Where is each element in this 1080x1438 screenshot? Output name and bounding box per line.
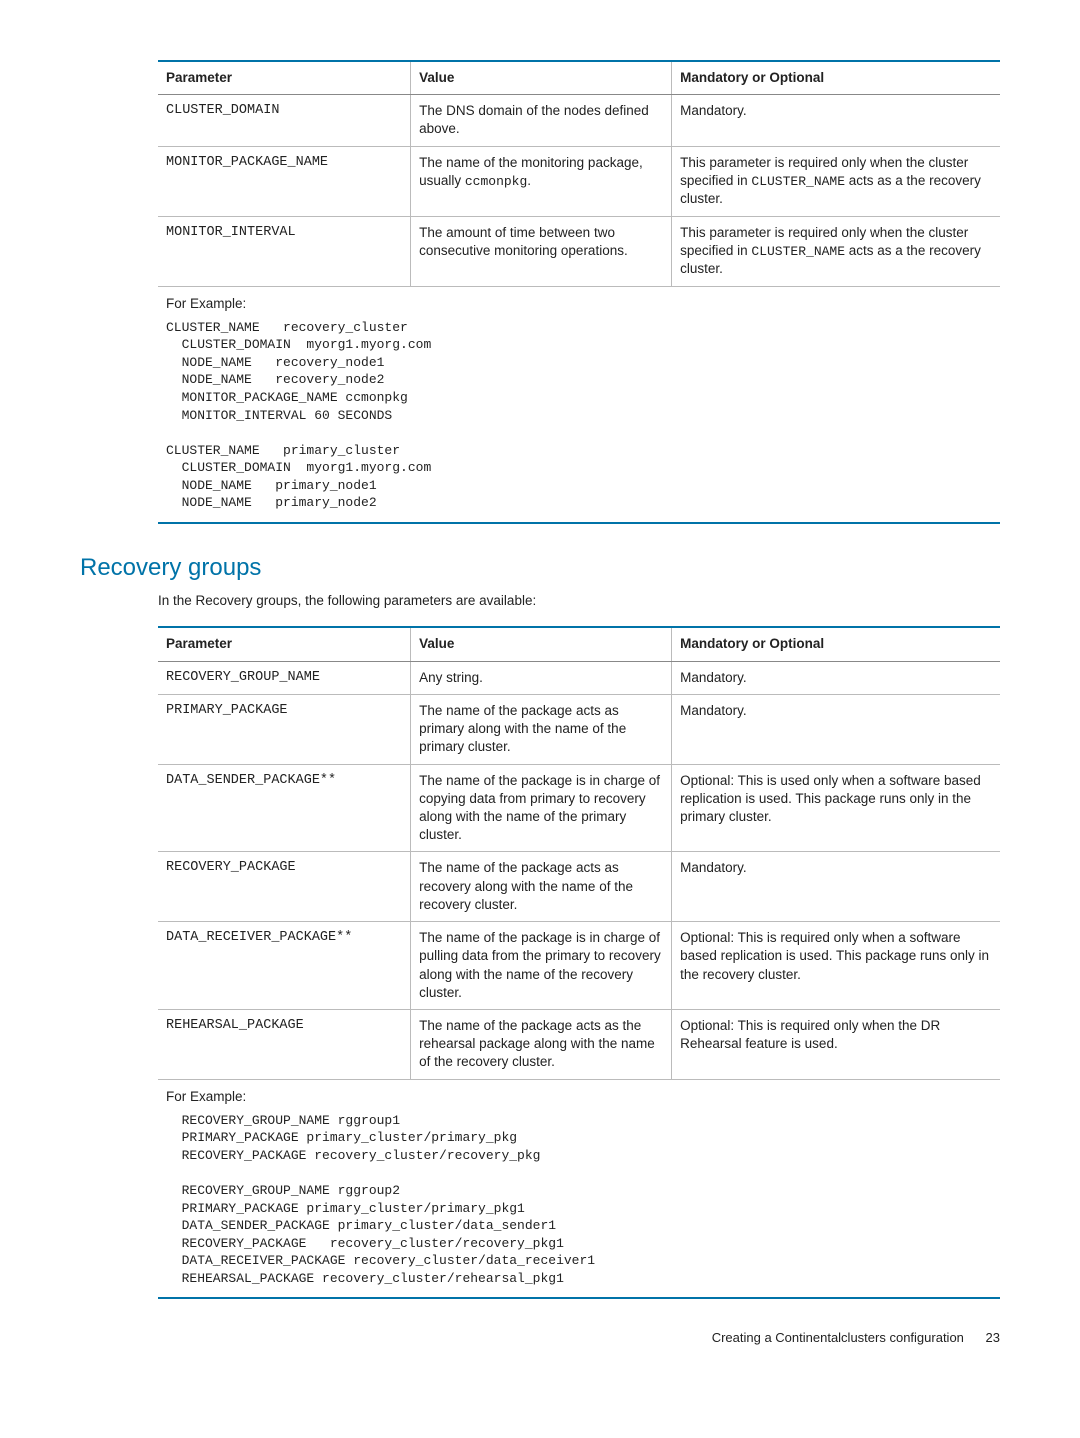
table-row: CLUSTER_DOMAIN The DNS domain of the nod…: [158, 95, 1000, 146]
param-value: The name of the package is in charge of …: [411, 922, 672, 1010]
param-mandatory: This parameter is required only when the…: [672, 216, 1000, 286]
table-row: RECOVERY_GROUP_NAME Any string. Mandator…: [158, 661, 1000, 694]
param-mandatory: Optional: This is used only when a softw…: [672, 764, 1000, 852]
param-value: The amount of time between two consecuti…: [411, 216, 672, 286]
section-intro: In the Recovery groups, the following pa…: [158, 592, 1000, 610]
table-row: MONITOR_PACKAGE_NAME The name of the mon…: [158, 146, 1000, 216]
col-value: Value: [411, 61, 672, 95]
param-name: DATA_SENDER_PACKAGE**: [158, 764, 411, 852]
param-name: PRIMARY_PACKAGE: [158, 694, 411, 764]
example-code: CLUSTER_NAME recovery_cluster CLUSTER_DO…: [158, 317, 1000, 522]
col-parameter: Parameter: [158, 627, 411, 661]
col-mandatory: Mandatory or Optional: [672, 61, 1000, 95]
param-mandatory: Mandatory.: [672, 95, 1000, 146]
col-parameter: Parameter: [158, 61, 411, 95]
param-value: The name of the monitoring package, usua…: [411, 146, 672, 216]
table-row: PRIMARY_PACKAGE The name of the package …: [158, 694, 1000, 764]
param-mandatory: Mandatory.: [672, 694, 1000, 764]
example-row: For Example: RECOVERY_GROUP_NAME rggroup…: [158, 1079, 1000, 1298]
example-label: For Example:: [158, 287, 1000, 317]
table-row: REHEARSAL_PACKAGE The name of the packag…: [158, 1009, 1000, 1079]
param-value: The DNS domain of the nodes defined abov…: [411, 95, 672, 146]
param-value: The name of the package acts as the rehe…: [411, 1009, 672, 1079]
param-value: The name of the package acts as primary …: [411, 694, 672, 764]
param-mandatory: Optional: This is required only when a s…: [672, 922, 1000, 1010]
param-name: REHEARSAL_PACKAGE: [158, 1009, 411, 1079]
param-value: The name of the package is in charge of …: [411, 764, 672, 852]
param-value: The name of the package acts as recovery…: [411, 852, 672, 922]
col-value: Value: [411, 627, 672, 661]
param-mandatory: Mandatory.: [672, 852, 1000, 922]
example-row: For Example: CLUSTER_NAME recovery_clust…: [158, 286, 1000, 523]
section-title-recovery-groups: Recovery groups: [80, 552, 1000, 584]
param-mandatory: Mandatory.: [672, 661, 1000, 694]
page-footer: Creating a Continentalclusters configura…: [80, 1329, 1000, 1347]
param-name: RECOVERY_PACKAGE: [158, 852, 411, 922]
param-mandatory: Optional: This is required only when the…: [672, 1009, 1000, 1079]
example-label: For Example:: [158, 1080, 1000, 1110]
cluster-params-table: Parameter Value Mandatory or Optional CL…: [158, 60, 1000, 524]
param-name: CLUSTER_DOMAIN: [158, 95, 411, 146]
param-mandatory: This parameter is required only when the…: [672, 146, 1000, 216]
table-row: DATA_SENDER_PACKAGE** The name of the pa…: [158, 764, 1000, 852]
page-number: 23: [986, 1329, 1000, 1347]
table-row: DATA_RECEIVER_PACKAGE** The name of the …: [158, 922, 1000, 1010]
param-name: MONITOR_PACKAGE_NAME: [158, 146, 411, 216]
param-name: DATA_RECEIVER_PACKAGE**: [158, 922, 411, 1010]
recovery-groups-table: Parameter Value Mandatory or Optional RE…: [158, 626, 1000, 1299]
footer-text: Creating a Continentalclusters configura…: [712, 1330, 964, 1345]
table-row: RECOVERY_PACKAGE The name of the package…: [158, 852, 1000, 922]
example-code: RECOVERY_GROUP_NAME rggroup1 PRIMARY_PAC…: [158, 1110, 1000, 1297]
param-name: RECOVERY_GROUP_NAME: [158, 661, 411, 694]
param-value: Any string.: [411, 661, 672, 694]
table-row: MONITOR_INTERVAL The amount of time betw…: [158, 216, 1000, 286]
col-mandatory: Mandatory or Optional: [672, 627, 1000, 661]
param-name: MONITOR_INTERVAL: [158, 216, 411, 286]
